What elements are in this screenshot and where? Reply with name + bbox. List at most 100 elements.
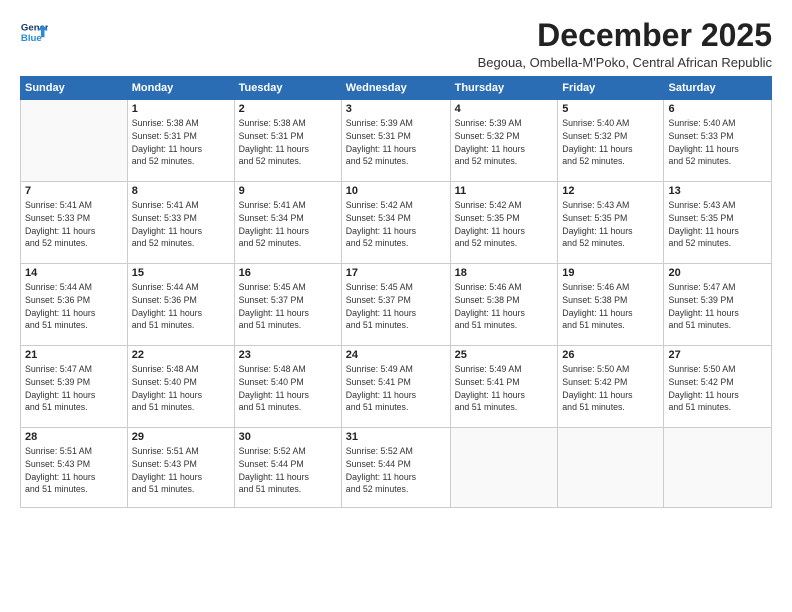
day-detail: Sunrise: 5:47 AM Sunset: 5:39 PM Dayligh… [668, 281, 767, 332]
day-number: 8 [132, 185, 230, 197]
day-detail: Sunrise: 5:40 AM Sunset: 5:33 PM Dayligh… [668, 117, 767, 168]
day-number: 17 [346, 267, 446, 279]
day-detail: Sunrise: 5:41 AM Sunset: 5:34 PM Dayligh… [239, 199, 337, 250]
calendar-cell: 21 Sunrise: 5:47 AM Sunset: 5:39 PM Dayli… [21, 346, 128, 428]
calendar-cell: 7 Sunrise: 5:41 AM Sunset: 5:33 PM Daylig… [21, 182, 128, 264]
logo: General Blue [20, 18, 48, 46]
day-detail: Sunrise: 5:42 AM Sunset: 5:34 PM Dayligh… [346, 199, 446, 250]
day-number: 13 [668, 185, 767, 197]
title-block: December 2025 Begoua, Ombella-M'Poko, Ce… [478, 18, 772, 70]
day-detail: Sunrise: 5:52 AM Sunset: 5:44 PM Dayligh… [346, 445, 446, 496]
day-detail: Sunrise: 5:49 AM Sunset: 5:41 PM Dayligh… [455, 363, 554, 414]
day-detail: Sunrise: 5:41 AM Sunset: 5:33 PM Dayligh… [132, 199, 230, 250]
day-detail: Sunrise: 5:38 AM Sunset: 5:31 PM Dayligh… [239, 117, 337, 168]
calendar-cell [664, 428, 772, 508]
calendar-cell: 12Sunrise: 5:43 AM Sunset: 5:35 PM Dayli… [558, 182, 664, 264]
calendar-cell: 5 Sunrise: 5:40 AM Sunset: 5:32 PM Daylig… [558, 100, 664, 182]
day-detail: Sunrise: 5:39 AM Sunset: 5:32 PM Dayligh… [455, 117, 554, 168]
col-friday: Friday [558, 77, 664, 100]
calendar-cell: 11 Sunrise: 5:42 AM Sunset: 5:35 PM Dayli… [450, 182, 558, 264]
header: General Blue December 2025 Begoua, Ombel… [20, 18, 772, 70]
day-number: 27 [668, 349, 767, 361]
calendar-cell: 8 Sunrise: 5:41 AM Sunset: 5:33 PM Daylig… [127, 182, 234, 264]
calendar-cell [450, 428, 558, 508]
day-detail: Sunrise: 5:44 AM Sunset: 5:36 PM Dayligh… [25, 281, 123, 332]
calendar-cell: 26 Sunrise: 5:50 AM Sunset: 5:42 PM Dayli… [558, 346, 664, 428]
day-detail: Sunrise: 5:40 AM Sunset: 5:32 PM Dayligh… [562, 117, 659, 168]
day-detail: Sunrise: 5:51 AM Sunset: 5:43 PM Dayligh… [132, 445, 230, 496]
day-number: 23 [239, 349, 337, 361]
day-number: 24 [346, 349, 446, 361]
calendar-cell: 1 Sunrise: 5:38 AM Sunset: 5:31 PM Daylig… [127, 100, 234, 182]
header-row: Sunday Monday Tuesday Wednesday Thursday… [21, 77, 772, 100]
day-detail: Sunrise: 5:42 AM Sunset: 5:35 PM Dayligh… [455, 199, 554, 250]
calendar-cell: 17Sunrise: 5:45 AM Sunset: 5:37 PM Dayli… [341, 264, 450, 346]
day-detail: Sunrise: 5:52 AM Sunset: 5:44 PM Dayligh… [239, 445, 337, 496]
day-detail: Sunrise: 5:50 AM Sunset: 5:42 PM Dayligh… [562, 363, 659, 414]
day-number: 21 [25, 349, 123, 361]
calendar-table: Sunday Monday Tuesday Wednesday Thursday… [20, 76, 772, 508]
day-number: 5 [562, 103, 659, 115]
day-detail: Sunrise: 5:46 AM Sunset: 5:38 PM Dayligh… [562, 281, 659, 332]
day-number: 22 [132, 349, 230, 361]
col-saturday: Saturday [664, 77, 772, 100]
day-number: 2 [239, 103, 337, 115]
day-detail: Sunrise: 5:49 AM Sunset: 5:41 PM Dayligh… [346, 363, 446, 414]
day-number: 20 [668, 267, 767, 279]
day-number: 14 [25, 267, 123, 279]
calendar-cell: 27 Sunrise: 5:50 AM Sunset: 5:42 PM Dayli… [664, 346, 772, 428]
calendar-cell: 22 Sunrise: 5:48 AM Sunset: 5:40 PM Dayli… [127, 346, 234, 428]
day-number: 11 [455, 185, 554, 197]
calendar-cell: 3Sunrise: 5:39 AM Sunset: 5:31 PM Daylig… [341, 100, 450, 182]
calendar-cell: 20 Sunrise: 5:47 AM Sunset: 5:39 PM Dayli… [664, 264, 772, 346]
day-number: 19 [562, 267, 659, 279]
logo-icon: General Blue [20, 18, 48, 46]
calendar-cell: 9 Sunrise: 5:41 AM Sunset: 5:34 PM Daylig… [234, 182, 341, 264]
month-title: December 2025 [478, 18, 772, 53]
calendar-cell: 18Sunrise: 5:46 AM Sunset: 5:38 PM Dayli… [450, 264, 558, 346]
week-row-5: 28Sunrise: 5:51 AM Sunset: 5:43 PM Dayli… [21, 428, 772, 508]
day-number: 10 [346, 185, 446, 197]
calendar-cell: 4 Sunrise: 5:39 AM Sunset: 5:32 PM Daylig… [450, 100, 558, 182]
calendar-cell: 29Sunrise: 5:51 AM Sunset: 5:43 PM Dayli… [127, 428, 234, 508]
calendar-cell: 13 Sunrise: 5:43 AM Sunset: 5:35 PM Dayli… [664, 182, 772, 264]
day-detail: Sunrise: 5:38 AM Sunset: 5:31 PM Dayligh… [132, 117, 230, 168]
calendar-cell: 2 Sunrise: 5:38 AM Sunset: 5:31 PM Daylig… [234, 100, 341, 182]
calendar-cell: 31 Sunrise: 5:52 AM Sunset: 5:44 PM Dayli… [341, 428, 450, 508]
day-detail: Sunrise: 5:39 AM Sunset: 5:31 PM Dayligh… [346, 117, 446, 168]
calendar-cell [558, 428, 664, 508]
day-detail: Sunrise: 5:46 AM Sunset: 5:38 PM Dayligh… [455, 281, 554, 332]
day-number: 31 [346, 431, 446, 443]
day-detail: Sunrise: 5:48 AM Sunset: 5:40 PM Dayligh… [132, 363, 230, 414]
day-detail: Sunrise: 5:41 AM Sunset: 5:33 PM Dayligh… [25, 199, 123, 250]
calendar-cell: 23 Sunrise: 5:48 AM Sunset: 5:40 PM Dayli… [234, 346, 341, 428]
week-row-4: 21 Sunrise: 5:47 AM Sunset: 5:39 PM Dayli… [21, 346, 772, 428]
day-detail: Sunrise: 5:45 AM Sunset: 5:37 PM Dayligh… [239, 281, 337, 332]
day-number: 16 [239, 267, 337, 279]
week-row-3: 14 Sunrise: 5:44 AM Sunset: 5:36 PM Dayli… [21, 264, 772, 346]
col-monday: Monday [127, 77, 234, 100]
col-tuesday: Tuesday [234, 77, 341, 100]
calendar-cell: 16 Sunrise: 5:45 AM Sunset: 5:37 PM Dayli… [234, 264, 341, 346]
day-detail: Sunrise: 5:43 AM Sunset: 5:35 PM Dayligh… [562, 199, 659, 250]
col-sunday: Sunday [21, 77, 128, 100]
day-detail: Sunrise: 5:47 AM Sunset: 5:39 PM Dayligh… [25, 363, 123, 414]
day-number: 7 [25, 185, 123, 197]
day-number: 4 [455, 103, 554, 115]
day-number: 1 [132, 103, 230, 115]
day-number: 6 [668, 103, 767, 115]
day-detail: Sunrise: 5:43 AM Sunset: 5:35 PM Dayligh… [668, 199, 767, 250]
day-number: 15 [132, 267, 230, 279]
calendar-cell: 10 Sunrise: 5:42 AM Sunset: 5:34 PM Dayli… [341, 182, 450, 264]
calendar-cell [21, 100, 128, 182]
day-detail: Sunrise: 5:44 AM Sunset: 5:36 PM Dayligh… [132, 281, 230, 332]
calendar-cell: 6 Sunrise: 5:40 AM Sunset: 5:33 PM Daylig… [664, 100, 772, 182]
calendar-cell: 30Sunrise: 5:52 AM Sunset: 5:44 PM Dayli… [234, 428, 341, 508]
week-row-2: 7 Sunrise: 5:41 AM Sunset: 5:33 PM Daylig… [21, 182, 772, 264]
day-detail: Sunrise: 5:48 AM Sunset: 5:40 PM Dayligh… [239, 363, 337, 414]
day-detail: Sunrise: 5:50 AM Sunset: 5:42 PM Dayligh… [668, 363, 767, 414]
day-number: 9 [239, 185, 337, 197]
day-number: 26 [562, 349, 659, 361]
day-detail: Sunrise: 5:51 AM Sunset: 5:43 PM Dayligh… [25, 445, 123, 496]
calendar-cell: 15 Sunrise: 5:44 AM Sunset: 5:36 PM Dayli… [127, 264, 234, 346]
